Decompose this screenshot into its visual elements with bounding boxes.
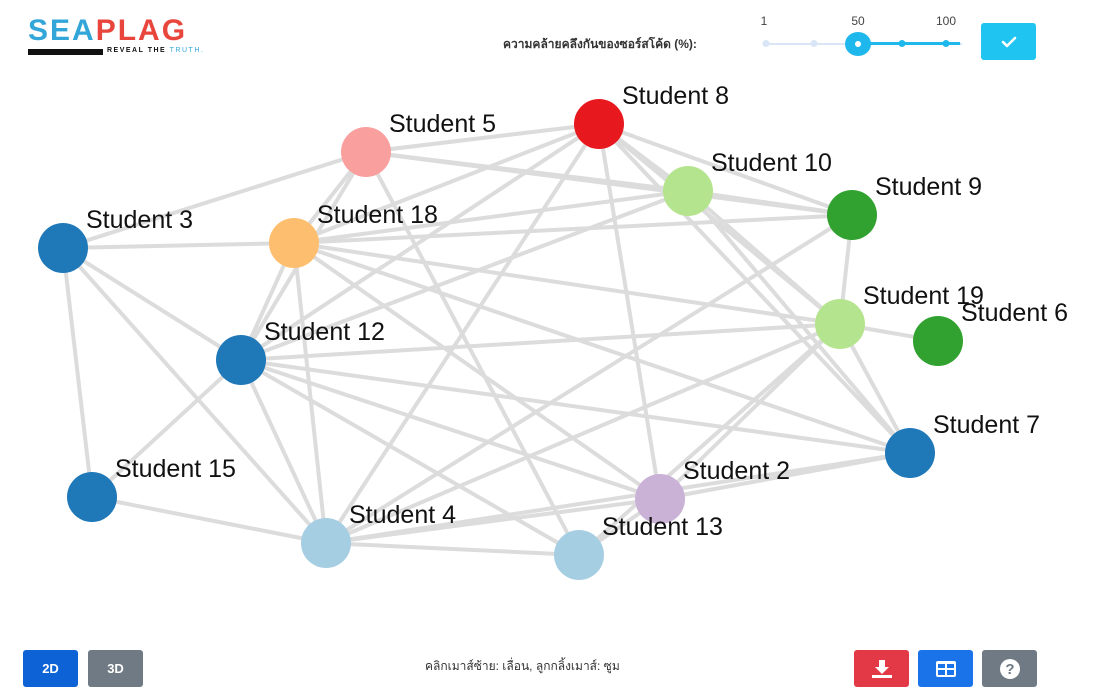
slider-tick-label: 100 (935, 14, 957, 28)
node-circle[interactable] (913, 316, 963, 366)
graph-edge (61, 247, 94, 498)
similarity-label: ความคล้ายคลึงกันของซอร์สโค้ด (%): (503, 37, 697, 51)
view-2d-button[interactable]: 2D (23, 650, 78, 687)
graph-edge (324, 213, 854, 545)
node-label: Student 13 (602, 513, 723, 541)
apply-button[interactable] (981, 23, 1036, 60)
graph-node-s7[interactable]: Student 7 (885, 411, 1040, 478)
node-circle[interactable] (341, 127, 391, 177)
node-label: Student 10 (711, 149, 832, 177)
graph-edge (61, 246, 243, 362)
logo-underline (28, 49, 103, 55)
download-button[interactable] (854, 650, 909, 687)
node-circle[interactable] (554, 530, 604, 580)
node-circle[interactable] (38, 223, 88, 273)
graph-node-s3[interactable]: Student 3 (38, 206, 193, 273)
node-label: Student 6 (961, 299, 1068, 327)
node-circle[interactable] (574, 99, 624, 149)
graph-edge (239, 359, 328, 544)
slider-tick-label: 1 (760, 14, 768, 28)
slider-thumb[interactable] (845, 32, 871, 56)
view-3d-button[interactable]: 3D (88, 650, 143, 687)
node-label: Student 7 (933, 411, 1040, 439)
check-icon (1001, 36, 1016, 47)
similarity-graph[interactable]: Student 8 Student 5 Student 10 Student 9 Stu… (0, 70, 1103, 630)
mouse-hint: คลิกเมาส์ซ้าย: เลื่อน, ลูกกลิ้งเมาส์: ซู… (425, 659, 620, 673)
slider-tick-dot (898, 40, 906, 47)
node-label: Student 9 (875, 173, 982, 201)
slider-tick-dot (762, 40, 770, 47)
graph-edge (325, 541, 580, 557)
graph-node-s10[interactable]: Student 10 (663, 149, 832, 216)
graph-edges (61, 122, 939, 557)
slider-tick-dot (810, 40, 818, 47)
logo-wordmark: SEAPLAG (28, 14, 188, 47)
node-label: Student 8 (622, 82, 729, 110)
graph-node-s13[interactable]: Student 13 (554, 513, 723, 580)
node-label: Student 15 (115, 455, 236, 483)
similarity-slider[interactable]: 1 50 100 (758, 14, 968, 60)
node-circle[interactable] (815, 299, 865, 349)
graph-edge (62, 241, 295, 250)
svg-text:?: ? (1005, 661, 1014, 678)
node-label: Student 2 (683, 457, 790, 485)
question-icon: ? (999, 658, 1020, 679)
graph-node-s8[interactable]: Student 8 (574, 82, 729, 149)
node-label: Student 4 (349, 501, 456, 529)
node-circle[interactable] (301, 518, 351, 568)
node-circle[interactable] (663, 166, 713, 216)
graph-node-s15[interactable]: Student 15 (67, 455, 236, 522)
node-circle[interactable] (216, 335, 266, 385)
help-button[interactable]: ? (982, 650, 1037, 687)
slider-tick-dot (942, 40, 950, 47)
download-icon (871, 659, 892, 678)
node-label: Student 5 (389, 110, 496, 138)
node-circle[interactable] (827, 190, 877, 240)
node-label: Student 18 (317, 201, 438, 229)
seaplag-logo: SEAPLAG REVEAL THE TRUTH. (28, 16, 218, 60)
slider-tick-label: 50 (851, 14, 865, 28)
table-icon (935, 660, 956, 677)
node-label: Student 12 (264, 318, 385, 346)
graph-node-s9[interactable]: Student 9 (827, 173, 982, 240)
node-circle[interactable] (885, 428, 935, 478)
table-view-button[interactable] (918, 650, 973, 687)
node-circle[interactable] (269, 218, 319, 268)
logo-tagline: REVEAL THE TRUTH. (107, 47, 205, 54)
node-label: Student 3 (86, 206, 193, 234)
node-circle[interactable] (67, 472, 117, 522)
